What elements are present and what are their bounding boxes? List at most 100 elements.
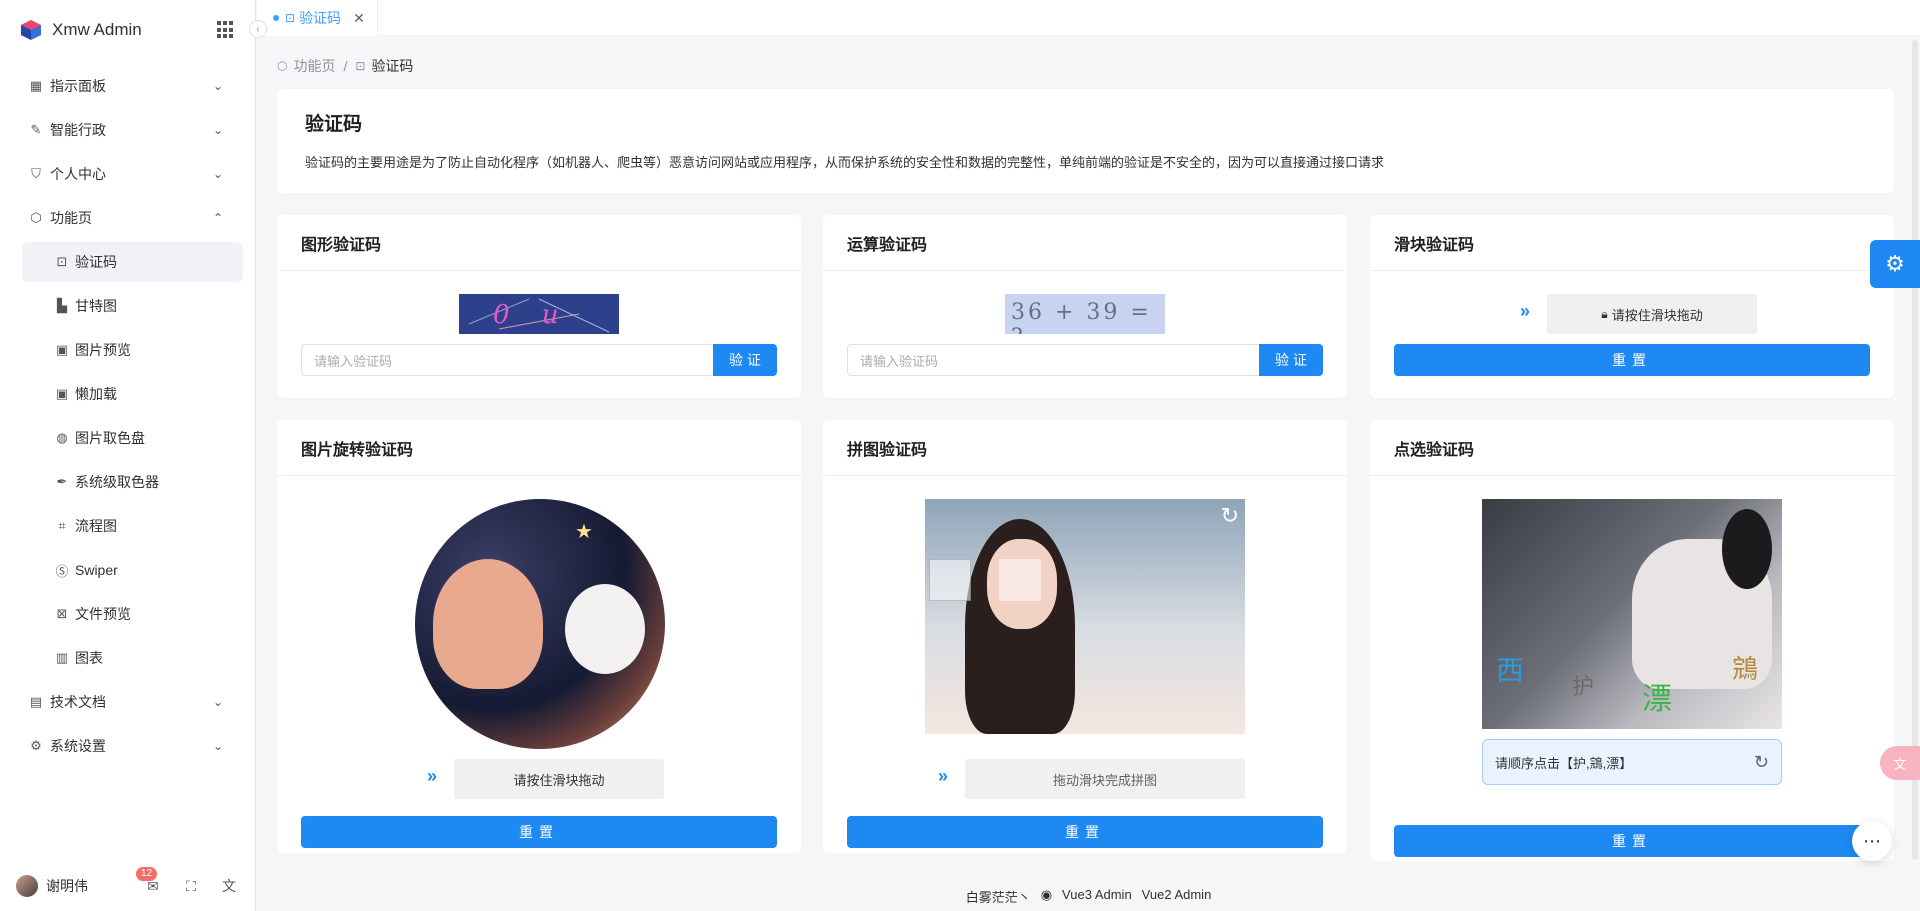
puzzle-piece[interactable]	[929, 559, 971, 601]
reset-button[interactable]: 重置	[847, 816, 1323, 848]
target-char[interactable]: 护	[1572, 669, 1594, 701]
sidebar-item-dashboard[interactable]: ▦ 指示面板 ⌄	[0, 64, 255, 108]
sidebar-item-label: 个人中心	[50, 166, 106, 182]
click-captcha-image[interactable]: 西 护 漂 鵍	[1482, 499, 1782, 729]
gantt-icon: ▙	[57, 298, 67, 313]
sidebar-subitem-flow[interactable]: ⌗ 流程图	[0, 504, 255, 548]
sidebar-subitem-label: Swiper	[75, 562, 118, 578]
chart-icon: ▥	[55, 650, 69, 665]
reset-button[interactable]: 重置	[1394, 344, 1870, 376]
settings-drawer-button[interactable]: ⚙	[1870, 240, 1920, 288]
breadcrumb-current: 验证码	[371, 58, 414, 74]
sidebar-subitem-eyedropper[interactable]: ✒ 系统级取色器	[0, 460, 255, 504]
slider-hint: 请按住滑块拖动	[1611, 307, 1703, 323]
card-title: 图片旋转验证码	[277, 420, 801, 476]
sidebar-subitem-label: 文件预览	[75, 606, 131, 622]
dashboard-icon: ▦	[29, 78, 43, 93]
notification-icon[interactable]: ✉ 12	[136, 867, 164, 897]
reset-button[interactable]: 重置	[1394, 825, 1870, 857]
slider-track[interactable]: 拖动滑块完成拼图	[965, 759, 1245, 799]
sidebar-item-personal[interactable]: ⛉ 个人中心 ⌄	[0, 152, 255, 196]
image-code-icon: ⊡	[355, 59, 366, 73]
lock-icon: 🔒︎	[1601, 306, 1608, 321]
puzzle-slot	[999, 559, 1041, 601]
arith-captcha-image[interactable]: 36 + 39 = ?	[1005, 294, 1165, 334]
sidebar-subitem-captcha[interactable]: ⊡ 验证码	[22, 242, 243, 282]
box-icon: ⬡	[277, 59, 288, 73]
image-icon: ▣	[55, 342, 69, 357]
sidebar-item-settings[interactable]: ⚙ 系统设置 ⌄	[0, 724, 255, 768]
sidebar-subitem-label: 系统级取色器	[75, 474, 159, 490]
translate-icon[interactable]: 文	[218, 875, 240, 897]
sidebar-item-features[interactable]: ⬡ 功能页 ⌃	[0, 196, 255, 240]
sidebar-subitem-label: 甘特图	[75, 298, 117, 314]
intro-card: 验证码 验证码的主要用途是为了防止自动化程序（如机器人、爬虫等）恶意访问网站或应…	[277, 89, 1894, 193]
tab-bar: ‹ ⊡ 验证码 ✕	[249, 0, 1920, 38]
scrollbar[interactable]	[1912, 40, 1918, 860]
girl-figure	[433, 559, 543, 689]
verify-button[interactable]: 验 证	[713, 344, 777, 376]
fullscreen-icon[interactable]: ⛶	[180, 875, 202, 897]
chevron-down-icon: ⌄	[213, 739, 224, 753]
sidebar-item-label: 智能行政	[50, 122, 106, 138]
graphic-captcha-image[interactable]: 0 u 6 M	[459, 294, 619, 334]
captcha-input[interactable]: 请输入验证码	[301, 344, 713, 376]
reset-button[interactable]: 重置	[301, 816, 777, 848]
swiper-icon: Ⓢ	[55, 563, 69, 579]
slider-track[interactable]: 🔒︎ 请按住滑块拖动	[1547, 294, 1757, 334]
chevron-down-icon: ⌄	[213, 123, 224, 137]
sidebar-item-admin[interactable]: ✎ 智能行政 ⌄	[0, 108, 255, 152]
refresh-icon[interactable]: ↻	[1754, 752, 1769, 773]
apps-grid-icon[interactable]	[217, 21, 235, 39]
sidebar-subitem-file-preview[interactable]: ⊠ 文件预览	[0, 592, 255, 636]
sidebar-footer: 谢明伟 ✉ 12 ⛶ 文	[0, 861, 256, 911]
graphic-captcha-card: 图形验证码 0 u 6 M 请输入验证码 验 证	[277, 215, 801, 398]
chevron-down-icon: ⌄	[213, 79, 224, 93]
sidebar-subitem-palette[interactable]: ◍ 图片取色盘	[0, 416, 255, 460]
puzzle-captcha-image[interactable]: ↻	[925, 499, 1245, 734]
slider-handle-icon[interactable]: »	[427, 766, 437, 787]
collapse-sidebar-icon[interactable]: ‹	[249, 20, 267, 38]
feather-icon: ✎	[30, 122, 42, 137]
target-char[interactable]: 西	[1496, 649, 1524, 689]
sidebar-subitem-swiper[interactable]: Ⓢ Swiper	[0, 548, 255, 592]
palette-icon: ◍	[56, 430, 68, 445]
slider-handle-icon[interactable]: »	[1520, 301, 1530, 322]
breadcrumb-separator: /	[343, 58, 348, 74]
footer-author[interactable]: 白雾茫茫丶	[966, 887, 1031, 906]
slider-handle-icon[interactable]: »	[938, 766, 948, 787]
refresh-icon[interactable]: ↻	[1221, 503, 1239, 529]
rotate-captcha-image[interactable]: ★	[415, 499, 665, 749]
breadcrumb-parent[interactable]: 功能页	[293, 56, 335, 76]
avatar[interactable]	[16, 875, 38, 897]
click-hint-text: 请顺序点击【护,鵍,漂】	[1495, 755, 1633, 771]
translate-float-button[interactable]: 文	[1880, 746, 1920, 780]
more-actions-button[interactable]: ⋯	[1852, 821, 1892, 861]
tab-captcha[interactable]: ⊡ 验证码 ✕	[257, 0, 378, 36]
slider-track[interactable]: 请按住滑块拖动	[454, 759, 664, 799]
sidebar-subitem-label: 图片取色盘	[75, 430, 145, 446]
card-title: 拼图验证码	[823, 420, 1347, 476]
app-title: Xmw Admin	[52, 20, 142, 39]
sidebar-item-docs[interactable]: ▤ 技术文档 ⌄	[0, 680, 255, 724]
github-icon[interactable]: ◉	[1041, 887, 1052, 906]
footer-link-vue2[interactable]: Vue2 Admin	[1142, 887, 1212, 906]
sidebar-subitem-chart[interactable]: ▥ 图表	[0, 636, 255, 680]
image-code-icon: ⊡	[285, 11, 296, 25]
sidebar-subitem-lazy[interactable]: ▣ 懒加载	[0, 372, 255, 416]
graphic-captcha-form: 请输入验证码 验 证	[301, 344, 777, 376]
footer-link-vue3[interactable]: Vue3 Admin	[1062, 887, 1132, 906]
sidebar-menu: ▦ 指示面板 ⌄ ✎ 智能行政 ⌄ ⛉ 个人中心 ⌄ ⬡ 功能页 ⌃ ⊡ 验证码…	[0, 60, 255, 768]
captcha-input[interactable]: 请输入验证码	[847, 344, 1259, 376]
sidebar-subitem-image-preview[interactable]: ▣ 图片预览	[0, 328, 255, 372]
close-icon[interactable]: ✕	[353, 10, 365, 27]
target-char[interactable]: 鵍	[1732, 649, 1758, 686]
breadcrumb: ⬡ 功能页 / ⊡ 验证码	[277, 56, 413, 76]
target-char[interactable]: 漂	[1642, 674, 1672, 718]
sidebar-subitem-gantt[interactable]: ▙ 甘特图	[0, 284, 255, 328]
active-dot	[273, 15, 279, 21]
verify-button[interactable]: 验 证	[1259, 344, 1323, 376]
figure-hair	[1722, 509, 1772, 589]
username[interactable]: 谢明伟	[46, 876, 126, 896]
file-preview-icon: ⊠	[56, 606, 68, 621]
